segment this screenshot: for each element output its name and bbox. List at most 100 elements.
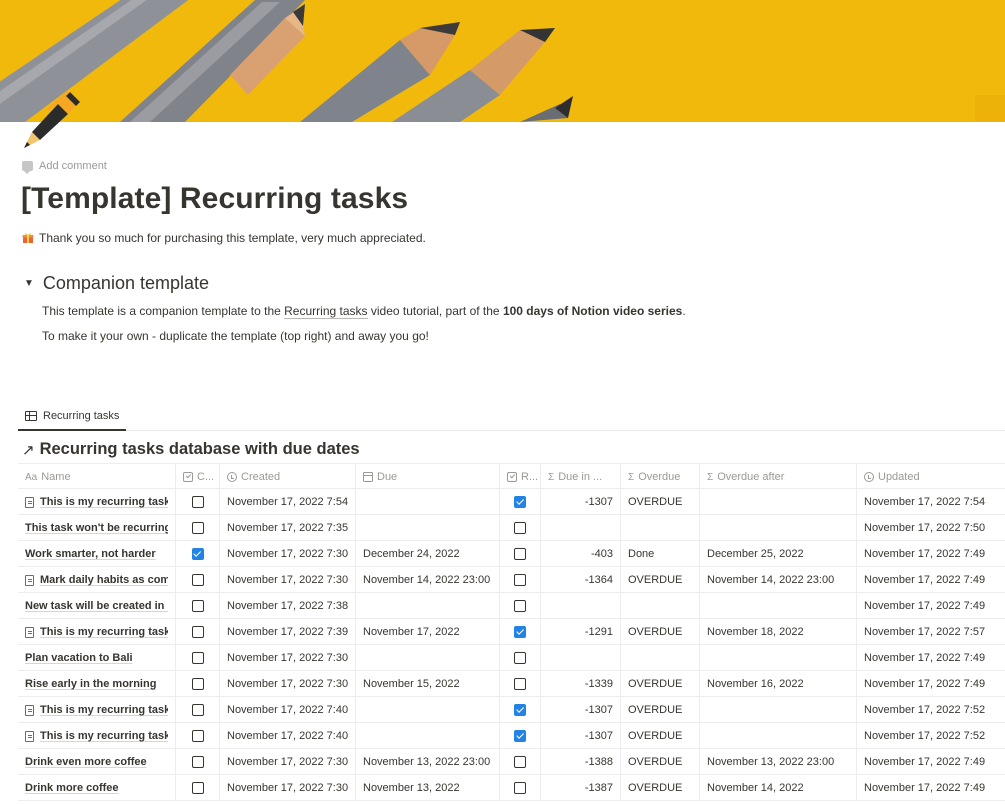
table-row[interactable]: This is my recurring task! November 17, 2…	[18, 489, 1005, 515]
task-name-link[interactable]: This is my recurring task!	[40, 626, 168, 638]
recurring-checkbox[interactable]	[514, 626, 526, 638]
cell-due[interactable]: November 13, 2022 23:00	[356, 749, 500, 775]
column-header-updated[interactable]: Updated	[857, 464, 1005, 490]
cell-due[interactable]: November 15, 2022	[356, 671, 500, 697]
task-name-link[interactable]: Mark daily habits as completed	[40, 574, 168, 586]
cell-recurring[interactable]	[500, 723, 541, 749]
column-header-overdue-after[interactable]: Σ Overdue after	[700, 464, 857, 490]
recurring-checkbox[interactable]	[514, 782, 526, 794]
cell-completed[interactable]	[176, 723, 220, 749]
recurring-tasks-link[interactable]: Recurring tasks	[284, 304, 368, 319]
cell-completed[interactable]	[176, 593, 220, 619]
table-row[interactable]: New task will be created in 1 minute Nove…	[18, 593, 1005, 619]
cell-due[interactable]: November 14, 2022 23:00	[356, 567, 500, 593]
task-name-link[interactable]: Work smarter, not harder	[25, 548, 156, 560]
completed-checkbox[interactable]	[191, 496, 204, 508]
recurring-checkbox[interactable]	[514, 574, 526, 586]
cell-completed[interactable]	[176, 619, 220, 645]
cell-due[interactable]	[356, 515, 500, 541]
cell-due[interactable]: November 17, 2022	[356, 619, 500, 645]
cell-recurring[interactable]	[500, 697, 541, 723]
cell-completed[interactable]	[176, 489, 220, 515]
task-name-link[interactable]: Drink more coffee	[25, 782, 119, 794]
cell-completed[interactable]	[176, 645, 220, 671]
cell-recurring[interactable]	[500, 593, 541, 619]
cell-due[interactable]: November 13, 2022	[356, 775, 500, 801]
completed-checkbox[interactable]	[191, 730, 204, 742]
recurring-checkbox[interactable]	[514, 496, 526, 508]
table-row[interactable]: This is my recurring task! November 17, 2…	[18, 697, 1005, 723]
table-row[interactable]: Plan vacation to Bali November 17, 2022 7…	[18, 645, 1005, 671]
recurring-checkbox[interactable]	[514, 600, 526, 612]
cell-completed[interactable]	[176, 749, 220, 775]
completed-checkbox[interactable]	[191, 522, 204, 534]
cell-name[interactable]: Work smarter, not harder	[18, 541, 176, 567]
cell-recurring[interactable]	[500, 619, 541, 645]
cell-name[interactable]: This is my recurring task!	[18, 489, 176, 515]
cover-image[interactable]	[0, 0, 1005, 122]
view-tab-recurring-tasks[interactable]: Recurring tasks	[18, 403, 127, 431]
column-header-created[interactable]: Created	[220, 464, 356, 490]
cell-name[interactable]: Rise early in the morning	[18, 671, 176, 697]
completed-checkbox[interactable]	[191, 652, 204, 664]
page-title[interactable]: [Template] Recurring tasks	[21, 182, 408, 216]
completed-checkbox[interactable]	[191, 548, 204, 560]
task-name-link[interactable]: This is my recurring task!	[40, 704, 168, 716]
recurring-checkbox[interactable]	[514, 756, 526, 768]
table-row[interactable]: Drink more coffee November 17, 2022 7:30 N…	[18, 775, 1005, 801]
cell-due[interactable]: December 24, 2022	[356, 541, 500, 567]
cell-name[interactable]: New task will be created in 1 minute	[18, 593, 176, 619]
recurring-checkbox[interactable]	[514, 704, 526, 716]
column-header-completed[interactable]: C...	[176, 464, 220, 490]
cell-due[interactable]	[356, 645, 500, 671]
cell-recurring[interactable]	[500, 749, 541, 775]
completed-checkbox[interactable]	[191, 574, 204, 586]
task-name-link[interactable]: This task won't be recurring	[25, 522, 168, 534]
cell-recurring[interactable]	[500, 515, 541, 541]
recurring-checkbox[interactable]	[514, 730, 526, 742]
cell-recurring[interactable]	[500, 645, 541, 671]
task-name-link[interactable]: This is my recurring task!	[40, 496, 168, 508]
recurring-checkbox[interactable]	[514, 678, 526, 690]
completed-checkbox[interactable]	[191, 704, 204, 716]
cell-completed[interactable]	[176, 697, 220, 723]
recurring-checkbox[interactable]	[514, 548, 526, 560]
database-title[interactable]: ↗ Recurring tasks database with due date…	[22, 440, 360, 459]
companion-template-toggle[interactable]: ▼ Companion template	[24, 273, 209, 294]
cell-completed[interactable]	[176, 541, 220, 567]
cell-name[interactable]: This is my recurring task!	[18, 619, 176, 645]
table-row[interactable]: Work smarter, not harder November 17, 202…	[18, 541, 1005, 567]
completed-checkbox[interactable]	[191, 600, 204, 612]
table-row[interactable]: This is my recurring task! November 17, 2…	[18, 619, 1005, 645]
completed-checkbox[interactable]	[191, 756, 204, 768]
column-header-overdue[interactable]: Σ Overdue	[621, 464, 700, 490]
cell-name[interactable]: This task won't be recurring	[18, 515, 176, 541]
cell-completed[interactable]	[176, 671, 220, 697]
column-header-due-in[interactable]: Σ Due in ...	[541, 464, 621, 490]
completed-checkbox[interactable]	[191, 782, 204, 794]
column-header-recurring[interactable]: R...	[500, 464, 541, 490]
task-name-link[interactable]: Rise early in the morning	[25, 678, 156, 690]
cell-name[interactable]: Drink even more coffee	[18, 749, 176, 775]
table-row[interactable]: This is my recurring task! November 17, 2…	[18, 723, 1005, 749]
cell-name[interactable]: Drink more coffee	[18, 775, 176, 801]
task-name-link[interactable]: Drink even more coffee	[25, 756, 147, 768]
cell-recurring[interactable]	[500, 489, 541, 515]
cell-due[interactable]	[356, 723, 500, 749]
cell-due[interactable]	[356, 489, 500, 515]
task-name-link[interactable]: Plan vacation to Bali	[25, 652, 133, 664]
completed-checkbox[interactable]	[191, 626, 204, 638]
table-row[interactable]: Rise early in the morning November 17, 20…	[18, 671, 1005, 697]
cell-name[interactable]: This is my recurring task!	[18, 723, 176, 749]
toggle-triangle-icon[interactable]: ▼	[24, 278, 34, 289]
cell-due[interactable]	[356, 697, 500, 723]
cell-due[interactable]	[356, 593, 500, 619]
cell-name[interactable]: Plan vacation to Bali	[18, 645, 176, 671]
column-header-due[interactable]: Due	[356, 464, 500, 490]
table-row[interactable]: This task won't be recurring November 17,…	[18, 515, 1005, 541]
cell-completed[interactable]	[176, 775, 220, 801]
cell-recurring[interactable]	[500, 567, 541, 593]
cell-name[interactable]: This is my recurring task!	[18, 697, 176, 723]
add-comment-button[interactable]: Add comment	[22, 160, 107, 174]
table-row[interactable]: Drink even more coffee November 17, 2022 …	[18, 749, 1005, 775]
